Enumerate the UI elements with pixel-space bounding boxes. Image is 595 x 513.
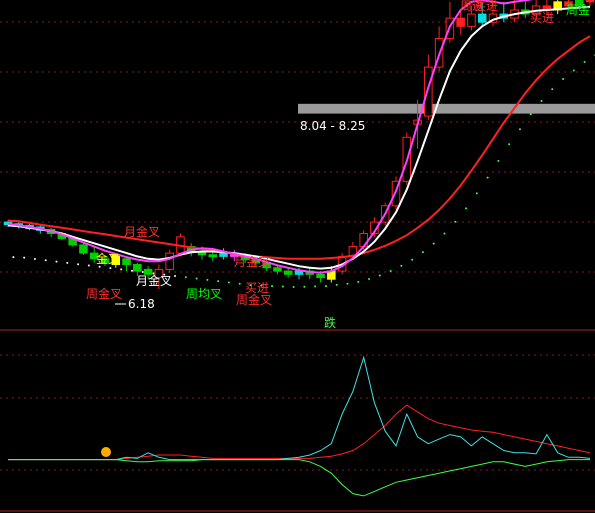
trend-dot <box>432 242 435 245</box>
trend-dot <box>109 267 112 270</box>
trend-dot <box>55 260 58 263</box>
candle-body <box>273 267 282 272</box>
candle-body <box>424 66 433 117</box>
chart-annotation: 买进 <box>530 11 554 25</box>
trend-dot <box>130 269 133 272</box>
ma-line <box>7 0 534 274</box>
trend-dot <box>227 281 230 284</box>
trend-dot <box>378 274 381 277</box>
trend-dot <box>120 268 123 271</box>
trend-dot <box>443 232 446 235</box>
trend-dot <box>324 285 327 288</box>
trend-dot <box>314 285 317 288</box>
trend-dot <box>77 263 80 266</box>
trend-dot <box>87 264 90 267</box>
trend-dot <box>465 207 468 210</box>
trend-dot <box>12 256 15 259</box>
chart-annotation: 月金叉 <box>234 254 270 269</box>
trend-dot <box>44 259 47 262</box>
indicator-line <box>8 355 591 461</box>
trend-dot <box>238 282 241 285</box>
highlight-band <box>298 103 595 114</box>
candle-body <box>316 273 325 279</box>
chart-annotation: 周金叉 <box>86 286 122 301</box>
trend-dot <box>486 176 489 179</box>
candle-body <box>283 270 293 275</box>
trend-dot <box>23 256 26 259</box>
trend-dot <box>497 159 500 162</box>
trend-dot <box>195 277 198 280</box>
chart-annotation: 买进 <box>474 0 498 13</box>
trend-dot <box>583 61 586 64</box>
candle-body <box>456 17 465 27</box>
trend-dot <box>518 128 521 131</box>
indicator-line <box>8 404 591 461</box>
candle-body <box>79 244 88 254</box>
trend-dot <box>33 257 36 260</box>
chart-annotation: 8.04 - 8.25 <box>300 119 365 133</box>
trend-dot <box>368 278 371 281</box>
candle-body <box>585 0 595 3</box>
trend-dot <box>421 251 424 254</box>
trend-dot <box>217 280 220 283</box>
chart-annotation: 周金叉 <box>236 292 272 307</box>
ma-line <box>7 5 591 270</box>
chart-annotation: 6.18 <box>128 297 155 311</box>
price-panel: 8.04 - 8.256.18月金叉金叉周金叉月金叉周均叉 买进周金叉月金叉周进买… <box>3 0 595 311</box>
trend-dot <box>562 78 565 81</box>
ma-line <box>7 35 591 260</box>
trend-dot <box>335 283 338 286</box>
trend-dot <box>508 143 511 146</box>
trend-dot <box>271 285 274 288</box>
trend-dot <box>454 220 457 223</box>
chart-annotation: 月金叉 <box>124 224 160 239</box>
chart-annotation: 周均叉 <box>186 287 222 301</box>
trend-dot <box>346 282 349 285</box>
chart-annotation: 金叉 <box>96 251 120 266</box>
trend-dot <box>551 88 554 91</box>
candle-body <box>122 258 131 266</box>
trend-dot <box>357 280 360 283</box>
trend-dot <box>411 258 414 261</box>
indicator-panel: 跌 <box>8 315 591 497</box>
trend-dot <box>281 285 284 288</box>
trend-dot <box>400 264 403 267</box>
candle-body <box>165 252 174 270</box>
trend-dot <box>98 265 101 268</box>
trend-dot <box>389 270 392 273</box>
candle-body <box>467 13 476 27</box>
candle-body <box>208 254 218 258</box>
stock-chart: 8.04 - 8.256.18月金叉金叉周金叉月金叉周均叉 买进周金叉月金叉周进买… <box>0 0 595 512</box>
candle-body <box>477 13 487 23</box>
indicator-title: 跌 <box>324 315 336 330</box>
chart-annotation: 周金 <box>566 2 590 17</box>
trend-dot <box>141 271 144 274</box>
trend-dot <box>292 286 295 289</box>
trend-dot <box>66 261 69 264</box>
signal-marker <box>101 447 111 457</box>
candle-body <box>133 264 142 272</box>
trend-dot <box>572 69 575 72</box>
trend-dot <box>184 276 187 279</box>
trend-dot <box>303 285 306 288</box>
chart-annotation: 月金叉 <box>136 273 172 288</box>
trend-dot <box>174 274 177 277</box>
trend-dot <box>206 278 209 281</box>
trend-dot <box>475 192 478 195</box>
trend-dot <box>540 99 543 102</box>
trend-dot <box>529 113 532 116</box>
indicator-line <box>8 459 590 497</box>
